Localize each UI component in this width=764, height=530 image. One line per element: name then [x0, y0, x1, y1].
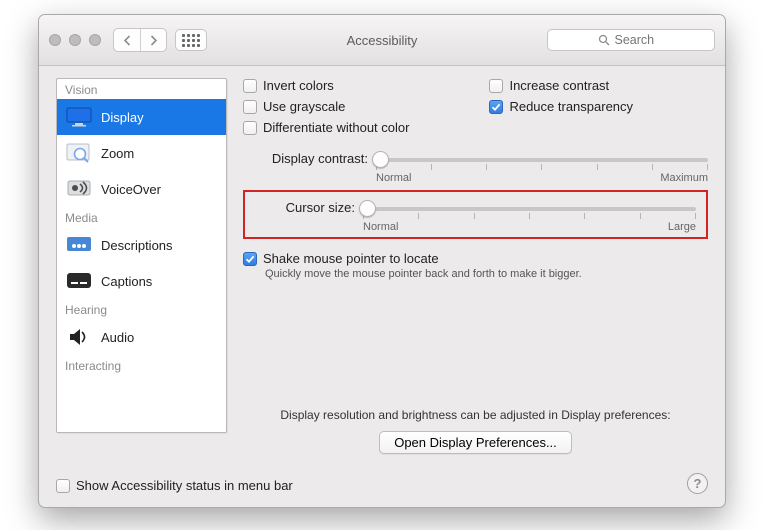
- grid-icon: [182, 34, 200, 47]
- sidebar-item-label: VoiceOver: [101, 182, 161, 197]
- footer-message: Display resolution and brightness can be…: [243, 408, 708, 422]
- checkbox-icon: [489, 79, 503, 93]
- shake-description: Quickly move the mouse pointer back and …: [265, 268, 708, 280]
- group-label-vision: Vision: [57, 79, 226, 99]
- checkbox-icon: [243, 79, 257, 93]
- checkbox-icon: [243, 100, 257, 114]
- checkbox-icon: [243, 121, 257, 135]
- checkbox-shake-pointer[interactable]: Shake mouse pointer to locate: [243, 251, 708, 266]
- sidebar-item-label: Zoom: [101, 146, 134, 161]
- checkbox-icon: [243, 252, 257, 266]
- zoom-icon: [65, 141, 93, 165]
- slider-ticks: [363, 213, 696, 219]
- traffic-lights: [49, 34, 101, 46]
- display-icon: [65, 105, 93, 129]
- footer: Display resolution and brightness can be…: [243, 408, 708, 454]
- checkbox-icon: [489, 100, 503, 114]
- slider-track: [363, 207, 696, 211]
- checkbox-label: Differentiate without color: [263, 120, 409, 135]
- sidebar-item-label: Audio: [101, 330, 134, 345]
- search-icon: [598, 34, 610, 46]
- back-button[interactable]: [114, 29, 140, 51]
- checkbox-increase-contrast[interactable]: Increase contrast: [489, 78, 633, 93]
- sidebar: Vision Display Zoom VoiceOver Media: [56, 78, 227, 433]
- checkbox-use-grayscale[interactable]: Use grayscale: [243, 99, 409, 114]
- cursor-size-highlight: Cursor size: Normal Large: [243, 190, 708, 239]
- show-all-button[interactable]: [175, 29, 207, 51]
- checkbox-label: Increase contrast: [509, 78, 609, 93]
- display-contrast-slider[interactable]: Normal Maximum: [376, 150, 708, 184]
- window-title: Accessibility: [347, 33, 418, 48]
- minimize-icon[interactable]: [69, 34, 81, 46]
- audio-icon: [65, 325, 93, 349]
- slider-knob[interactable]: [372, 151, 389, 168]
- slider-label: Display contrast:: [243, 150, 368, 166]
- slider-max-label: Maximum: [660, 172, 708, 184]
- sidebar-item-label: Display: [101, 110, 144, 125]
- slider-knob[interactable]: [359, 200, 376, 217]
- group-label-media: Media: [57, 207, 226, 227]
- checkbox-label: Reduce transparency: [509, 99, 633, 114]
- sidebar-item-zoom[interactable]: Zoom: [57, 135, 226, 171]
- shake-section: Shake mouse pointer to locate Quickly mo…: [243, 251, 708, 280]
- descriptions-icon: [65, 233, 93, 257]
- window: Accessibility Vision Display Zoom: [38, 14, 726, 508]
- search-input[interactable]: [615, 33, 665, 47]
- checkbox-label: Shake mouse pointer to locate: [263, 251, 439, 266]
- body: Vision Display Zoom VoiceOver Media: [39, 66, 725, 507]
- help-button[interactable]: ?: [687, 473, 708, 494]
- checkbox-differentiate[interactable]: Differentiate without color: [243, 120, 409, 135]
- sidebar-item-descriptions[interactable]: Descriptions: [57, 227, 226, 263]
- sidebar-item-display[interactable]: Display: [57, 99, 226, 135]
- checkbox-reduce-transparency[interactable]: Reduce transparency: [489, 99, 633, 114]
- sidebar-item-voiceover[interactable]: VoiceOver: [57, 171, 226, 207]
- group-label-interacting: Interacting: [57, 355, 226, 375]
- checkbox-label: Invert colors: [263, 78, 334, 93]
- slider-max-label: Large: [668, 221, 696, 233]
- voiceover-icon: [65, 177, 93, 201]
- slider-min-label: Normal: [376, 172, 411, 184]
- open-display-preferences-button[interactable]: Open Display Preferences...: [379, 431, 572, 454]
- slider-label: Cursor size:: [255, 199, 355, 215]
- slider-track: [376, 158, 708, 162]
- slider-row-cursor: Cursor size: Normal Large: [255, 199, 696, 233]
- titlebar: Accessibility: [39, 15, 725, 66]
- checkbox-columns: Invert colors Use grayscale Differentiat…: [243, 78, 708, 135]
- slider-min-label: Normal: [363, 221, 398, 233]
- slider-ticks: [376, 164, 708, 170]
- zoom-window-icon[interactable]: [89, 34, 101, 46]
- forward-button[interactable]: [140, 29, 166, 51]
- nav-segment: [113, 28, 167, 52]
- checkbox-show-in-menubar[interactable]: Show Accessibility status in menu bar: [56, 478, 293, 493]
- sidebar-item-captions[interactable]: Captions: [57, 263, 226, 299]
- settings-panel: Invert colors Use grayscale Differentiat…: [243, 78, 708, 473]
- group-label-hearing: Hearing: [57, 299, 226, 319]
- checkbox-icon: [56, 479, 70, 493]
- sidebar-item-label: Captions: [101, 274, 152, 289]
- checkbox-invert-colors[interactable]: Invert colors: [243, 78, 409, 93]
- captions-icon: [65, 269, 93, 293]
- sidebar-item-audio[interactable]: Audio: [57, 319, 226, 355]
- checkbox-label: Show Accessibility status in menu bar: [76, 478, 293, 493]
- slider-row-contrast: Display contrast: Normal Maximum: [243, 150, 708, 184]
- sidebar-item-label: Descriptions: [101, 238, 173, 253]
- cursor-size-slider[interactable]: Normal Large: [363, 199, 696, 233]
- checkbox-label: Use grayscale: [263, 99, 345, 114]
- search-field[interactable]: [547, 29, 715, 51]
- close-icon[interactable]: [49, 34, 61, 46]
- help-icon: ?: [694, 476, 702, 491]
